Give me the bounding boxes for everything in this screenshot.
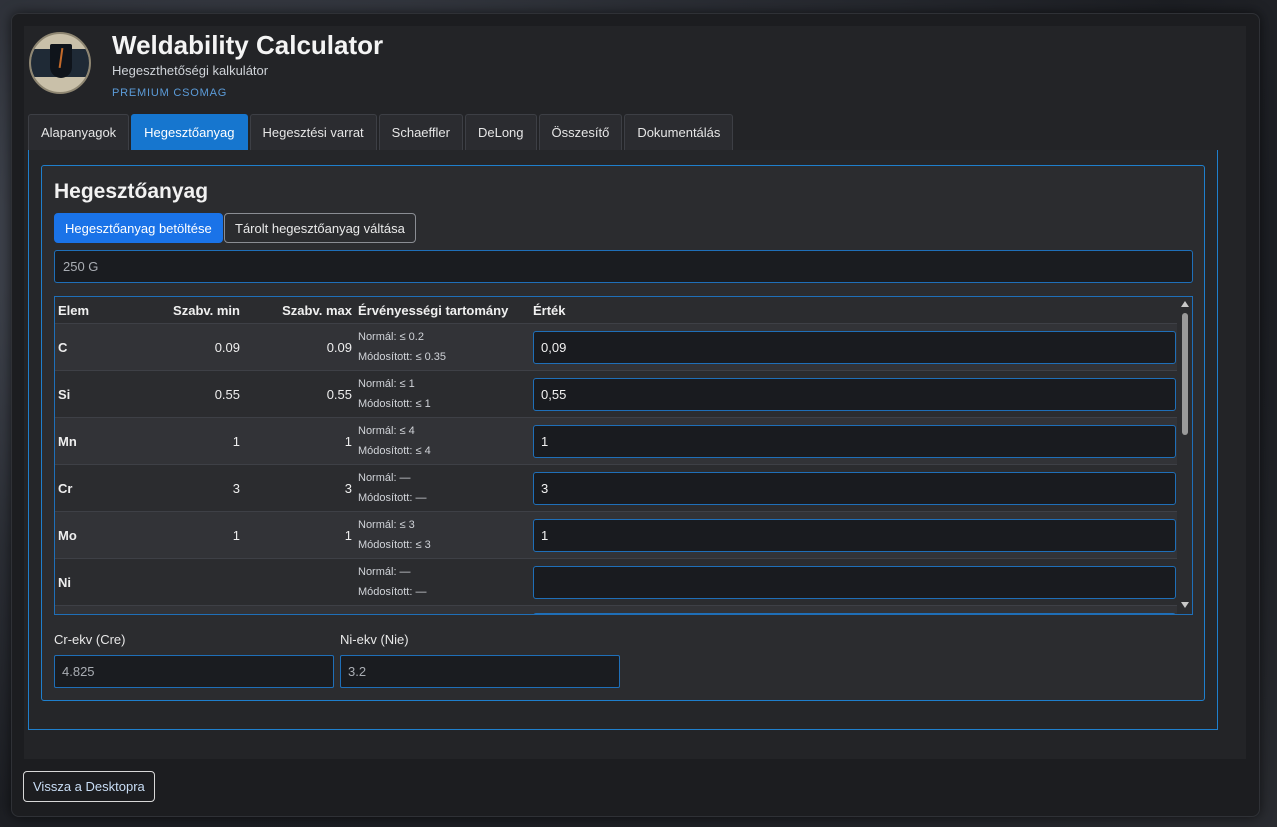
range-modified: Módosított: ≤ 3 <box>358 539 431 551</box>
value-input[interactable]: 1 <box>533 518 1176 552</box>
app-subtitle: Hegeszthetőségi kalkulátor <box>112 63 269 78</box>
ni-equivalent-label: Ni-ekv (Nie) <box>340 632 409 647</box>
cr-equivalent-label: Cr-ekv (Cre) <box>54 632 126 647</box>
table-header-row: Elem Szabv. min Szabv. max Érvényességi … <box>55 297 1177 324</box>
element-symbol: Cr <box>55 464 143 512</box>
table-row: Cr 3 3 Normál: — Módosított: — 3 <box>55 464 1177 512</box>
scroll-down-arrow-icon[interactable] <box>1181 602 1189 608</box>
table-row: Mn 1 1 Normál: ≤ 4 Módosított: ≤ 4 1 <box>55 417 1177 465</box>
col-header-range: Érvényességi tartomány <box>355 297 530 324</box>
section-heading: Hegesztőanyag <box>54 180 209 203</box>
back-to-desktop-button[interactable]: Vissza a Desktopra <box>23 771 155 802</box>
value-input[interactable]: 3 <box>533 471 1176 505</box>
element-symbol: Ni <box>55 558 143 606</box>
std-max: 0.09 <box>243 323 355 371</box>
std-max <box>243 558 355 606</box>
range-normal: Normál: — <box>358 472 411 484</box>
value-input[interactable] <box>533 612 1176 614</box>
range-modified: Módosított: ≤ 4 <box>358 445 431 457</box>
col-header-value: Érték <box>530 297 1177 324</box>
value-input[interactable] <box>533 565 1176 599</box>
std-min: 3 <box>143 464 243 512</box>
table-row <box>55 605 1177 614</box>
value-input[interactable]: 0,09 <box>533 330 1176 364</box>
premium-badge: PREMIUM CSOMAG <box>112 87 228 99</box>
range-modified: Módosított: ≤ 1 <box>358 398 431 410</box>
filler-card: Hegesztőanyag Hegesztőanyag betöltése Tá… <box>41 165 1205 701</box>
tab-bar: Alapanyagok Hegesztőanyag Hegesztési var… <box>28 114 735 150</box>
composition-table: Elem Szabv. min Szabv. max Érvényességi … <box>55 297 1177 614</box>
range-normal: Normál: ≤ 1 <box>358 378 415 390</box>
filler-name-field[interactable]: 250 G <box>54 250 1193 283</box>
range-modified: Módosított: — <box>358 492 427 504</box>
tab-osszesito[interactable]: Összesítő <box>538 114 623 150</box>
ni-equivalent-field[interactable]: 3.2 <box>340 655 620 688</box>
load-filler-button[interactable]: Hegesztőanyag betöltése <box>54 213 223 243</box>
scroll-thumb[interactable] <box>1182 313 1188 435</box>
std-min: 0.55 <box>143 370 243 418</box>
composition-table-container[interactable]: Elem Szabv. min Szabv. max Érvényességi … <box>54 296 1193 615</box>
range-normal: Normál: ≤ 0.2 <box>358 331 424 343</box>
element-symbol: Mn <box>55 417 143 465</box>
app-logo <box>29 32 91 94</box>
tab-delong[interactable]: DeLong <box>464 114 537 150</box>
table-scrollbar[interactable] <box>1178 297 1192 614</box>
app-title: Weldability Calculator <box>112 30 384 60</box>
std-max: 3 <box>243 464 355 512</box>
range-modified: Módosított: — <box>358 586 427 598</box>
range-normal: Normál: ≤ 4 <box>358 425 415 437</box>
table-row: Si 0.55 0.55 Normál: ≤ 1 Módosított: ≤ 1 … <box>55 370 1177 418</box>
table-row: Ni Normál: — Módosított: — <box>55 558 1177 606</box>
std-min: 1 <box>143 511 243 559</box>
range-normal: Normál: — <box>358 566 411 578</box>
tab-hegesztoanyag[interactable]: Hegesztőanyag <box>131 114 248 150</box>
value-input[interactable]: 0,55 <box>533 377 1176 411</box>
element-symbol: C <box>55 323 143 371</box>
tab-dokumentalas[interactable]: Dokumentálás <box>624 114 734 150</box>
table-row: C 0.09 0.09 Normál: ≤ 0.2 Módosított: ≤ 0… <box>55 323 1177 371</box>
element-symbol: Si <box>55 370 143 418</box>
tab-alapanyagok[interactable]: Alapanyagok <box>28 114 130 150</box>
std-max: 1 <box>243 511 355 559</box>
col-header-max: Szabv. max <box>243 297 355 324</box>
std-min <box>143 558 243 606</box>
range-normal: Normál: ≤ 3 <box>358 519 415 531</box>
value-input[interactable]: 1 <box>533 424 1176 458</box>
tab-schaeffler[interactable]: Schaeffler <box>378 114 463 150</box>
element-symbol: Mo <box>55 511 143 559</box>
scroll-up-arrow-icon[interactable] <box>1181 301 1189 307</box>
std-min: 0.09 <box>143 323 243 371</box>
std-max: 1 <box>243 417 355 465</box>
col-header-elem: Elem <box>55 297 143 324</box>
tab-hegesztesi-varrat[interactable]: Hegesztési varrat <box>249 114 377 150</box>
cr-equivalent-field[interactable]: 4.825 <box>54 655 334 688</box>
col-header-min: Szabv. min <box>143 297 243 324</box>
table-row: Mo 1 1 Normál: ≤ 3 Módosított: ≤ 3 1 <box>55 511 1177 559</box>
range-modified: Módosított: ≤ 0.35 <box>358 351 446 363</box>
std-max: 0.55 <box>243 370 355 418</box>
std-min: 1 <box>143 417 243 465</box>
switch-stored-filler-button[interactable]: Tárolt hegesztőanyag váltása <box>224 213 416 243</box>
